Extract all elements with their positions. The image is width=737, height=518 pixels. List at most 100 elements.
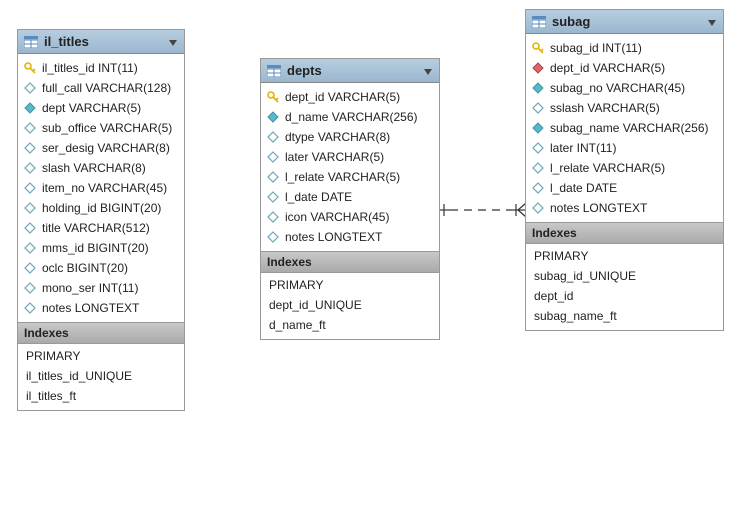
diamond-icon xyxy=(532,82,544,94)
column-row[interactable]: icon VARCHAR(45) xyxy=(261,207,439,227)
diamond-icon xyxy=(267,111,279,123)
table-icon xyxy=(267,65,281,77)
diamond-icon xyxy=(24,262,36,274)
column-label: subag_name VARCHAR(256) xyxy=(550,121,709,135)
column-row[interactable]: later VARCHAR(5) xyxy=(261,147,439,167)
index-row[interactable]: PRIMARY xyxy=(526,246,723,266)
index-row[interactable]: il_titles_ft xyxy=(18,386,184,406)
column-row[interactable]: title VARCHAR(512) xyxy=(18,218,184,238)
indexes-label: Indexes xyxy=(24,326,178,340)
table-title: il_titles xyxy=(44,34,168,49)
diamond-icon xyxy=(24,282,36,294)
index-row[interactable]: il_titles_id_UNIQUE xyxy=(18,366,184,386)
column-row[interactable]: notes LONGTEXT xyxy=(18,298,184,318)
column-list: subag_id INT(11)dept_id VARCHAR(5)subag_… xyxy=(526,34,723,222)
index-row[interactable]: PRIMARY xyxy=(18,346,184,366)
table-header[interactable]: il_titles xyxy=(18,30,184,54)
column-label: l_date DATE xyxy=(550,181,617,195)
indexes-header[interactable]: Indexes xyxy=(261,251,439,273)
column-label: l_relate VARCHAR(5) xyxy=(550,161,665,175)
column-row[interactable]: item_no VARCHAR(45) xyxy=(18,178,184,198)
indexes-header[interactable]: Indexes xyxy=(526,222,723,244)
diamond-icon xyxy=(532,202,544,214)
column-row[interactable]: sslash VARCHAR(5) xyxy=(526,98,723,118)
column-row[interactable]: l_relate VARCHAR(5) xyxy=(261,167,439,187)
column-row[interactable]: mono_ser INT(11) xyxy=(18,278,184,298)
column-row[interactable]: dept VARCHAR(5) xyxy=(18,98,184,118)
diamond-icon xyxy=(267,211,279,223)
column-label: ser_desig VARCHAR(8) xyxy=(42,141,170,155)
column-label: mono_ser INT(11) xyxy=(42,281,138,295)
column-label: title VARCHAR(512) xyxy=(42,221,150,235)
column-row[interactable]: sub_office VARCHAR(5) xyxy=(18,118,184,138)
index-row[interactable]: PRIMARY xyxy=(261,275,439,295)
column-row[interactable]: subag_id INT(11) xyxy=(526,38,723,58)
index-list: PRIMARYdept_id_UNIQUEd_name_ft xyxy=(261,273,439,339)
column-label: dept_id VARCHAR(5) xyxy=(285,90,400,104)
indexes-header[interactable]: Indexes xyxy=(18,322,184,344)
relationship-depts-subag xyxy=(438,200,526,220)
table-header[interactable]: subag xyxy=(526,10,723,34)
index-row[interactable]: dept_id xyxy=(526,286,723,306)
column-row[interactable]: l_relate VARCHAR(5) xyxy=(526,158,723,178)
index-list: PRIMARYsubag_id_UNIQUEdept_idsubag_name_… xyxy=(526,244,723,330)
column-label: holding_id BIGINT(20) xyxy=(42,201,161,215)
index-row[interactable]: subag_id_UNIQUE xyxy=(526,266,723,286)
column-list: dept_id VARCHAR(5) d_name VARCHAR(256) dty… xyxy=(261,83,439,251)
diamond-icon xyxy=(267,131,279,143)
chevron-down-icon[interactable] xyxy=(707,17,717,27)
diamond-icon xyxy=(24,102,36,114)
column-row[interactable]: mms_id BIGINT(20) xyxy=(18,238,184,258)
column-row[interactable]: il_titles_id INT(11) xyxy=(18,58,184,78)
table-depts[interactable]: depts dept_id VARCHAR(5) d_name VARCHAR(2… xyxy=(260,58,440,340)
column-row[interactable]: subag_name VARCHAR(256) xyxy=(526,118,723,138)
column-label: l_relate VARCHAR(5) xyxy=(285,170,400,184)
column-row[interactable]: dept_id VARCHAR(5) xyxy=(526,58,723,78)
column-label: notes LONGTEXT xyxy=(285,230,382,244)
column-row[interactable]: l_date DATE xyxy=(261,187,439,207)
column-label: icon VARCHAR(45) xyxy=(285,210,389,224)
diamond-icon xyxy=(532,182,544,194)
index-row[interactable]: d_name_ft xyxy=(261,315,439,335)
table-subag[interactable]: subag subag_id INT(11)dept_id VARCHAR(5)… xyxy=(525,9,724,331)
column-row[interactable]: l_date DATE xyxy=(526,178,723,198)
column-label: oclc BIGINT(20) xyxy=(42,261,128,275)
diamond-icon xyxy=(267,151,279,163)
column-row[interactable]: dtype VARCHAR(8) xyxy=(261,127,439,147)
diamond-icon xyxy=(267,231,279,243)
diamond-icon xyxy=(24,302,36,314)
column-row[interactable]: notes LONGTEXT xyxy=(261,227,439,247)
index-list: PRIMARYil_titles_id_UNIQUEil_titles_ft xyxy=(18,344,184,410)
chevron-down-icon[interactable] xyxy=(423,66,433,76)
column-label: il_titles_id INT(11) xyxy=(42,61,138,75)
diamond-icon xyxy=(24,182,36,194)
column-label: dtype VARCHAR(8) xyxy=(285,130,390,144)
table-header[interactable]: depts xyxy=(261,59,439,83)
column-row[interactable]: d_name VARCHAR(256) xyxy=(261,107,439,127)
column-label: full_call VARCHAR(128) xyxy=(42,81,171,95)
indexes-label: Indexes xyxy=(267,255,433,269)
table-icon xyxy=(532,16,546,28)
key-icon xyxy=(24,62,36,74)
column-label: l_date DATE xyxy=(285,190,352,204)
diamond-icon xyxy=(267,191,279,203)
diamond-icon xyxy=(532,102,544,114)
column-row[interactable]: slash VARCHAR(8) xyxy=(18,158,184,178)
column-row[interactable]: holding_id BIGINT(20) xyxy=(18,198,184,218)
column-row[interactable]: full_call VARCHAR(128) xyxy=(18,78,184,98)
column-row[interactable]: oclc BIGINT(20) xyxy=(18,258,184,278)
column-row[interactable]: ser_desig VARCHAR(8) xyxy=(18,138,184,158)
table-il-titles[interactable]: il_titles il_titles_id INT(11) full_call … xyxy=(17,29,185,411)
column-row[interactable]: later INT(11) xyxy=(526,138,723,158)
index-row[interactable]: subag_name_ft xyxy=(526,306,723,326)
column-label: later INT(11) xyxy=(550,141,616,155)
diamond-icon xyxy=(24,202,36,214)
column-row[interactable]: notes LONGTEXT xyxy=(526,198,723,218)
index-row[interactable]: dept_id_UNIQUE xyxy=(261,295,439,315)
chevron-down-icon[interactable] xyxy=(168,37,178,47)
column-row[interactable]: dept_id VARCHAR(5) xyxy=(261,87,439,107)
column-label: d_name VARCHAR(256) xyxy=(285,110,418,124)
diamond-icon xyxy=(24,162,36,174)
column-row[interactable]: subag_no VARCHAR(45) xyxy=(526,78,723,98)
erd-canvas: il_titles il_titles_id INT(11) full_call … xyxy=(0,0,737,518)
